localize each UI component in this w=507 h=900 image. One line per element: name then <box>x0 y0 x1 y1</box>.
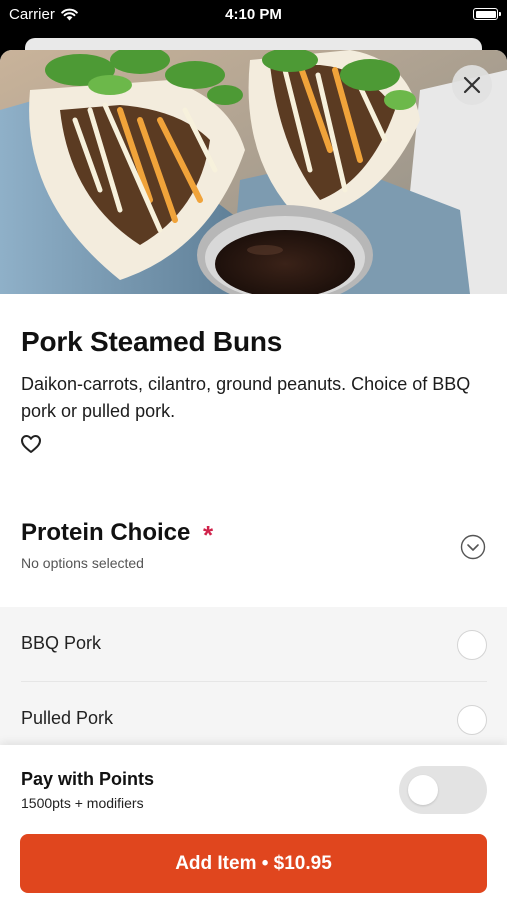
toggle-knob <box>408 775 438 805</box>
option-label: Pulled Pork <box>21 708 114 728</box>
required-indicator: * <box>203 520 214 550</box>
close-button[interactable] <box>452 65 492 105</box>
option-radio[interactable] <box>457 705 487 735</box>
close-icon <box>463 76 481 94</box>
option-list: BBQ Pork Pulled Pork <box>0 607 507 757</box>
add-item-label: Add Item • $10.95 <box>175 852 332 874</box>
points-title: Pay with Points <box>21 769 155 789</box>
add-item-button[interactable]: Add Item • $10.95 <box>20 834 487 893</box>
checkout-footer: Pay with Points 1500pts + modifiers Add … <box>0 745 507 900</box>
option-label: BBQ Pork <box>21 633 102 653</box>
heart-icon[interactable] <box>20 434 42 454</box>
item-detail-sheet: Pork Steamed Buns Daikon-carrots, cilant… <box>0 50 507 900</box>
option-group-title: Protein Choice <box>21 519 191 546</box>
pay-with-points-toggle[interactable] <box>399 766 487 814</box>
item-title: Pork Steamed Buns <box>21 326 283 357</box>
item-photo <box>0 50 507 294</box>
item-description: Daikon-carrots, cilantro, ground peanuts… <box>21 374 471 421</box>
chevron-down-icon[interactable] <box>460 534 486 560</box>
battery-icon <box>473 8 501 20</box>
status-bar: Carrier 4:10 PM <box>0 0 507 30</box>
clock: 4:10 PM <box>225 6 282 23</box>
points-subtitle: 1500pts + modifiers <box>21 795 144 811</box>
option-group-status: No options selected <box>21 555 144 571</box>
option-bbq-pork[interactable]: BBQ Pork <box>0 607 507 682</box>
option-radio[interactable] <box>457 630 487 660</box>
